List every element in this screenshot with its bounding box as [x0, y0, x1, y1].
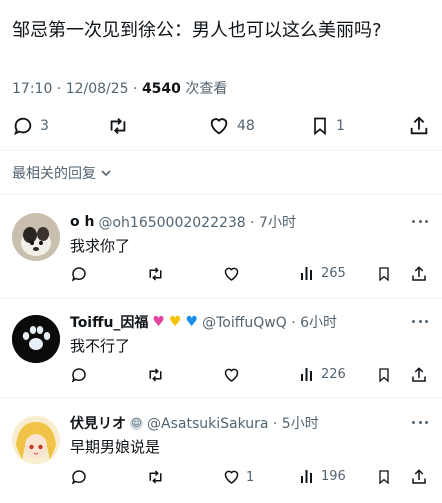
reply-button[interactable]	[70, 468, 88, 486]
share-button[interactable]	[410, 366, 428, 384]
bookmark-button[interactable]	[376, 366, 392, 384]
share-button[interactable]	[410, 468, 428, 486]
replies-sort[interactable]: 最相关的回复	[12, 163, 112, 183]
share-button[interactable]	[408, 115, 430, 137]
reply-actions: 265	[0, 265, 442, 287]
bookmark-button[interactable]	[376, 468, 392, 486]
reply-text: 早期男娘说是	[70, 438, 161, 456]
views-chart-icon	[301, 267, 312, 280]
views-chart-icon	[301, 470, 312, 483]
avatar-image	[12, 213, 60, 261]
tweet-time: 17:10 · 12/08/25 ·	[12, 81, 142, 97]
comment-icon	[71, 368, 86, 383]
like-button[interactable]: 48	[207, 115, 255, 137]
reply-text: 我不行了	[70, 337, 131, 355]
reply-header: 伏見リオ ☺ @AsatsukiSakura · 5小时	[70, 413, 319, 433]
heart-icon	[224, 470, 239, 484]
views-chart-icon	[301, 368, 312, 381]
comment-icon	[71, 470, 86, 485]
heart-icon	[224, 267, 239, 281]
divider	[0, 150, 442, 151]
replies-sort-label: 最相关的回复	[12, 166, 96, 182]
reply-header: Toiffu_因福 ♥ ♥ ♥ @ToiffuQwQ · 6小时	[70, 312, 337, 332]
share-icon	[410, 116, 428, 135]
reply-count: 3	[40, 118, 49, 134]
more-icon[interactable]	[412, 320, 428, 323]
yellow-heart-icon: ♥	[168, 314, 182, 330]
sparkle-heart-icon: ♥	[152, 314, 165, 330]
reply-handle[interactable]: @ToiffuQwQ · 6小时	[202, 312, 337, 332]
retweet-icon	[149, 368, 162, 382]
avatar[interactable]	[12, 213, 60, 261]
reply-actions: 1 196	[0, 468, 442, 490]
views-button[interactable]: 196	[300, 468, 346, 484]
tweet-meta: 17:10 · 12/08/25 · 4540 次查看	[12, 78, 227, 98]
more-icon[interactable]	[412, 220, 428, 223]
comment-icon	[71, 267, 86, 282]
reply-item[interactable]: Toiffu_因福 ♥ ♥ ♥ @ToiffuQwQ · 6小时 我不行了 22…	[0, 299, 442, 397]
like-button[interactable]	[222, 265, 246, 283]
retweet-icon	[149, 470, 162, 484]
bookmark-icon	[379, 267, 389, 282]
reply-button[interactable]	[70, 366, 88, 384]
chevron-down-icon	[101, 170, 111, 177]
bookmark-button[interactable]	[376, 265, 392, 283]
more-icon[interactable]	[412, 421, 428, 424]
avatar[interactable]	[12, 315, 60, 363]
share-icon	[412, 469, 426, 484]
reply-text: 我求你了	[70, 237, 131, 255]
like-count: 48	[237, 118, 255, 134]
reply-header: o h @oh1650002022238 · 7小时	[70, 212, 296, 232]
like-button[interactable]	[222, 366, 246, 384]
tweet-text: 邹忌第一次见到徐公：男人也可以这么美丽吗?	[12, 20, 382, 41]
reply-item[interactable]: o h @oh1650002022238 · 7小时 我求你了 265	[0, 195, 442, 298]
comment-icon	[14, 117, 32, 136]
heart-icon	[210, 118, 228, 135]
bookmark-count: 1	[336, 118, 345, 134]
view-count: 226	[321, 366, 346, 382]
share-button[interactable]	[410, 265, 428, 283]
reply-handle[interactable]: @oh1650002022238 · 7小时	[98, 212, 296, 232]
view-count: 265	[321, 265, 346, 281]
bookmark-button[interactable]: 1	[310, 115, 345, 137]
reply-author-name[interactable]: 伏見リオ	[70, 413, 126, 433]
avatar-image	[12, 416, 60, 464]
reply-item[interactable]: 伏見リオ ☺ @AsatsukiSakura · 5小时 早期男娘说是 1 19…	[0, 398, 442, 503]
heart-icon	[224, 368, 239, 382]
bookmark-icon	[314, 117, 326, 136]
reply-author-name[interactable]: Toiffu_因福	[70, 312, 148, 332]
smile-badge-icon: ☺	[130, 416, 143, 430]
retweet-button[interactable]	[146, 366, 165, 384]
views-button[interactable]: 265	[300, 265, 346, 281]
view-label: 次查看	[180, 81, 228, 97]
bookmark-icon	[379, 368, 389, 383]
retweet-button[interactable]	[106, 115, 130, 137]
share-icon	[412, 266, 426, 281]
reply-author-name[interactable]: o h	[70, 214, 94, 230]
retweet-button[interactable]	[146, 265, 165, 283]
like-count: 1	[246, 469, 255, 485]
bookmark-icon	[379, 470, 389, 485]
reply-button[interactable]	[70, 265, 88, 283]
tweet-actions: 3 48 1	[0, 113, 442, 143]
view-count: 4540	[141, 81, 181, 97]
reply-actions: 226	[0, 366, 442, 388]
avatar-image	[12, 315, 60, 363]
avatar[interactable]	[12, 416, 60, 464]
reply-handle[interactable]: @AsatsukiSakura · 5小时	[147, 413, 319, 433]
blue-heart-icon: ♥	[185, 314, 199, 330]
reply-button[interactable]: 3	[12, 115, 49, 137]
retweet-button[interactable]	[146, 468, 165, 486]
like-button[interactable]: 1	[222, 468, 254, 486]
views-button[interactable]: 226	[300, 366, 346, 382]
share-icon	[412, 367, 426, 382]
retweet-icon	[149, 267, 162, 281]
retweet-icon	[110, 118, 126, 134]
view-count: 196	[321, 468, 346, 484]
